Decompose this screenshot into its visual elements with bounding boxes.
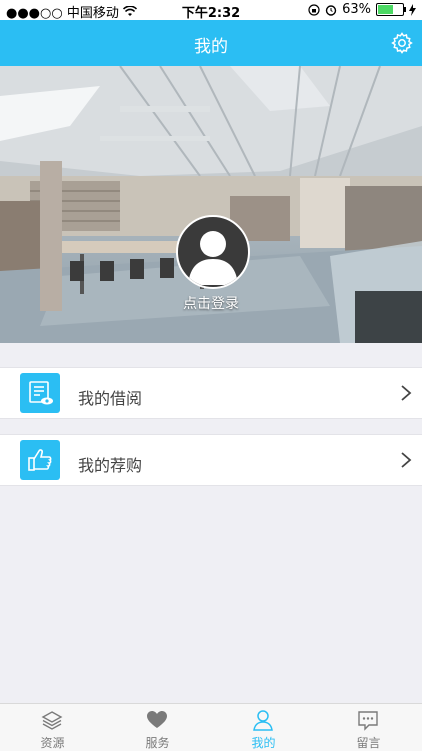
orientation-lock-icon — [308, 3, 320, 16]
default-avatar-icon — [188, 231, 238, 285]
tab-label: 我的 — [251, 736, 276, 750]
tab-resources[interactable]: 资源 — [0, 704, 105, 751]
alarm-icon — [325, 4, 337, 16]
layers-icon — [41, 711, 63, 730]
page-title: 我的 — [194, 37, 228, 57]
menu-item-label: 我的荐购 — [78, 456, 143, 475]
menu-item-my-borrowing[interactable]: 我的借阅 — [0, 367, 422, 419]
chevron-right-icon — [401, 385, 412, 401]
tab-bar: 资源 服务 我的 留言 — [0, 703, 422, 751]
battery-percent: 63% — [342, 2, 371, 17]
menu-item-my-recommendations[interactable]: 我的荐购 — [0, 434, 422, 486]
menu-item-label: 我的借阅 — [78, 389, 143, 408]
charging-icon — [409, 3, 416, 16]
heart-icon — [147, 711, 167, 728]
tab-label: 留言 — [356, 736, 381, 750]
person-icon — [253, 710, 273, 731]
login-link[interactable]: 点击登录 — [0, 293, 422, 313]
thumbs-up-icon — [20, 440, 60, 480]
nav-bar: 我的 — [0, 20, 422, 66]
profile-banner: 点击登录 — [0, 66, 422, 343]
message-icon — [358, 711, 378, 731]
avatar[interactable] — [176, 215, 250, 289]
status-bar: ●●●○○ 中国移动 下午2:32 63% — [0, 0, 422, 21]
gear-icon[interactable] — [390, 31, 414, 55]
book-list-icon — [20, 373, 60, 413]
tab-messages[interactable]: 留言 — [316, 704, 421, 751]
tab-services[interactable]: 服务 — [105, 704, 210, 751]
tab-label: 服务 — [145, 736, 170, 750]
tab-mine[interactable]: 我的 — [211, 704, 316, 751]
tab-label: 资源 — [40, 736, 65, 750]
battery-icon — [376, 3, 406, 16]
chevron-right-icon — [401, 452, 412, 468]
